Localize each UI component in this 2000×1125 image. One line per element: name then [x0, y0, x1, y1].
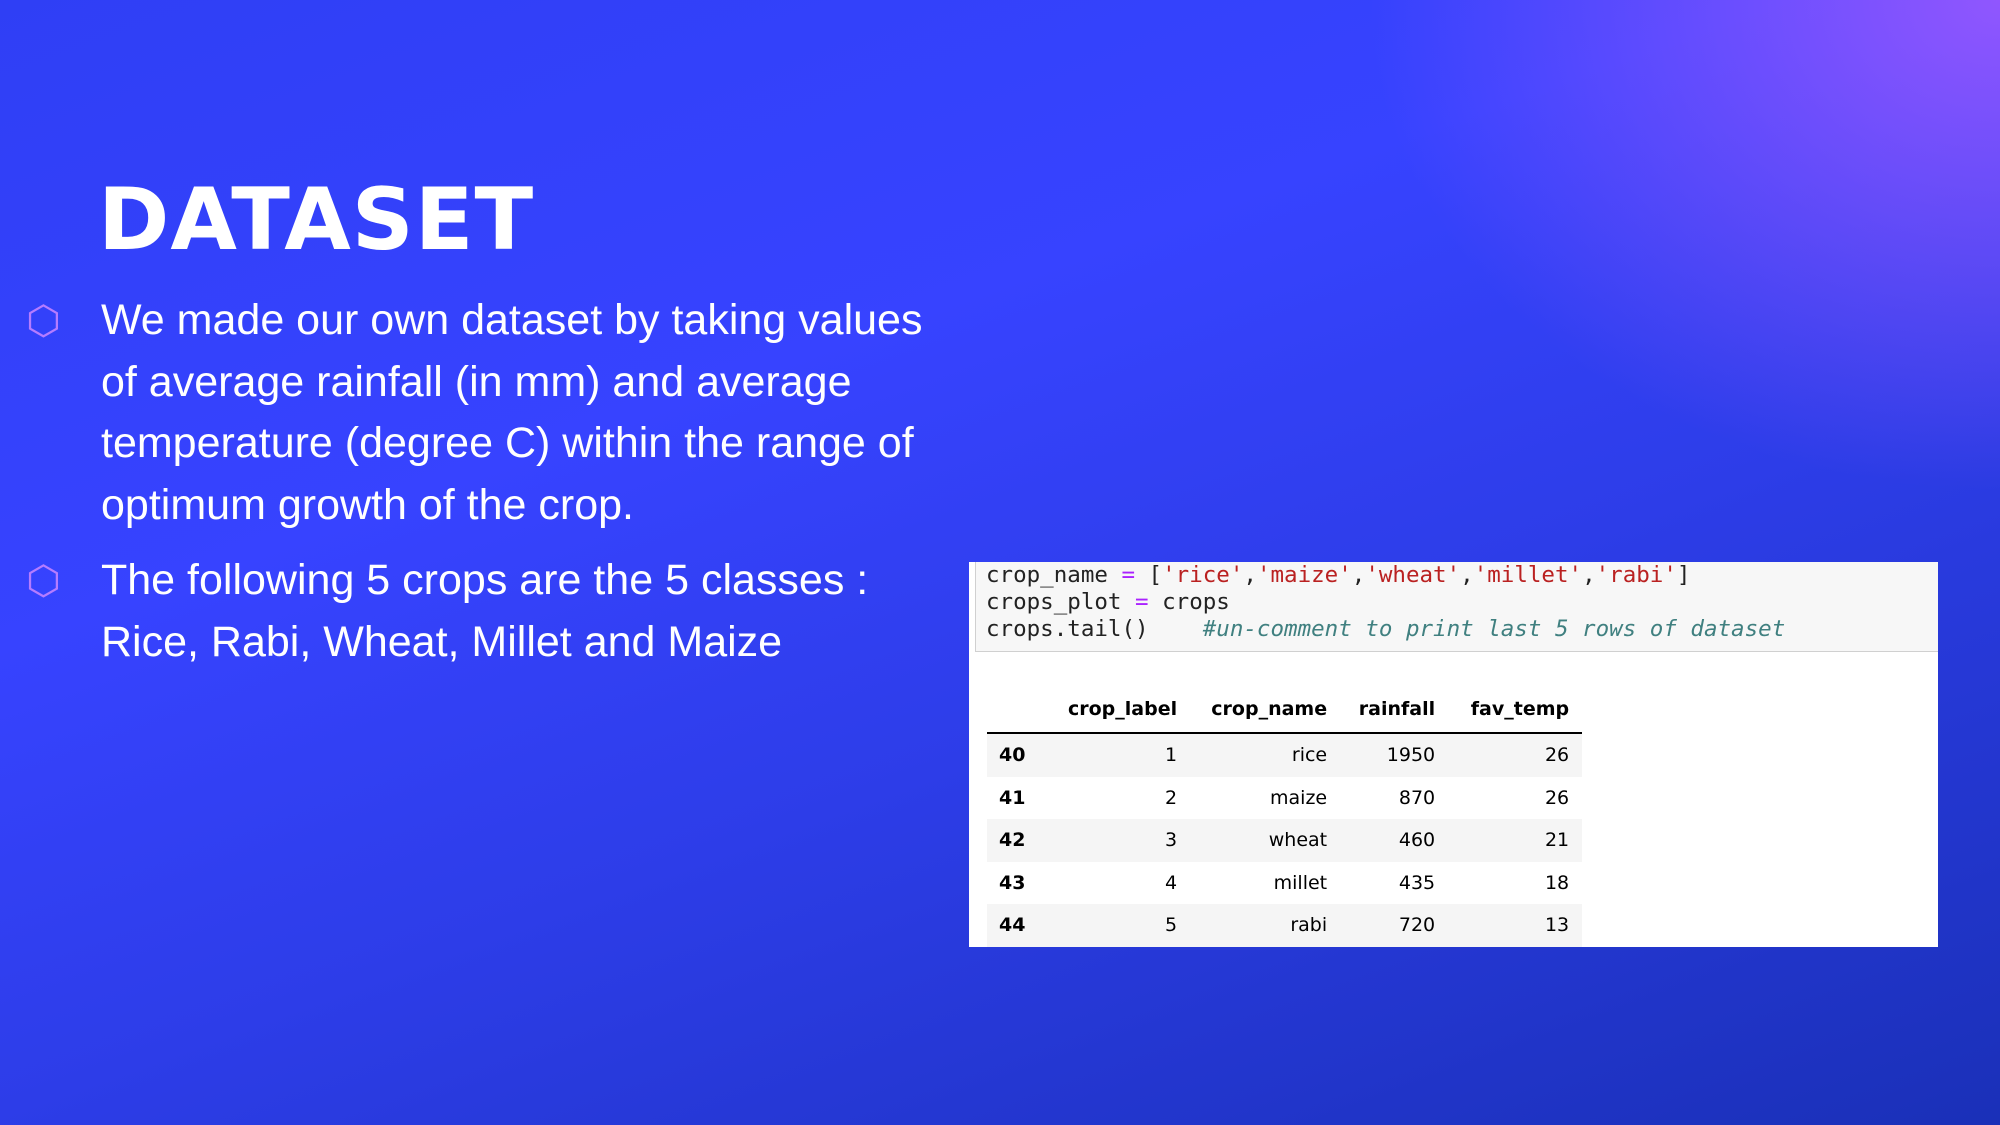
table-cell: 26 [1544, 744, 1570, 767]
code-token: ] [1676, 562, 1691, 588]
bullet-text: The following 5 crops are the 5 classes … [101, 556, 869, 666]
row-index: 43 [999, 871, 1026, 894]
table-cell: millet [1273, 871, 1328, 894]
table-row: 43 4 millet 435 18 [987, 862, 1582, 905]
code-cell: crop_name = ['rice','maize','wheat','mil… [975, 562, 1938, 652]
notebook-screenshot: crop_name = ['rice','maize','wheat','mil… [969, 562, 1938, 947]
table-cell: wheat [1268, 829, 1328, 852]
column-header: crop_label [1055, 686, 1191, 734]
bullet-item: ⬡ We made our own dataset by taking valu… [0, 290, 960, 536]
bullet-list: ⬡ We made our own dataset by taking valu… [0, 290, 960, 687]
column-header: crop_name [1190, 686, 1341, 734]
table-cell: rabi [1290, 914, 1328, 937]
table-cell: 3 [1165, 829, 1178, 852]
row-index: 40 [999, 744, 1026, 767]
code-token: 'wheat' [1365, 562, 1461, 588]
column-header: fav_temp [1448, 686, 1583, 734]
table-cell: rice [1291, 744, 1328, 767]
table-cell: 5 [1165, 914, 1178, 937]
table-cell: 18 [1544, 871, 1570, 894]
code-token: , [1351, 562, 1366, 588]
table-cell: 2 [1165, 786, 1178, 809]
slide-title: DATASET [98, 170, 535, 270]
code-token: crops [1148, 589, 1230, 615]
code-token: , [1460, 562, 1474, 588]
bullet-item: ⬡ The following 5 crops are the 5 classe… [0, 550, 960, 673]
table-cell: 870 [1398, 786, 1436, 809]
code-token: crop_name [986, 562, 1122, 588]
table-cell: 4 [1165, 871, 1178, 894]
code-token: = [1135, 589, 1149, 615]
table-cell: 720 [1398, 914, 1436, 937]
hexagon-outline-icon: ⬡ [26, 298, 61, 344]
code-line: crops_plot = crops [986, 589, 1938, 616]
table-cell: 435 [1398, 871, 1436, 894]
code-token: crops_plot [986, 589, 1136, 615]
column-header: rainfall [1340, 686, 1449, 734]
table-cell: 13 [1544, 914, 1570, 937]
code-token: 'rabi' [1595, 562, 1677, 588]
row-index: 41 [999, 786, 1026, 809]
table-row: 42 3 wheat 460 21 [987, 819, 1583, 862]
bullet-text: We made our own dataset by taking values… [101, 296, 923, 529]
code-token: = [1121, 562, 1136, 588]
code-token: 'millet' [1473, 562, 1583, 588]
table-cell: 26 [1544, 786, 1570, 809]
table-cell: 1 [1165, 744, 1178, 767]
table-cell: 21 [1544, 829, 1570, 852]
code-token: #un-comment to print last 5 rows of data… [1202, 616, 1786, 642]
table-header-row: crop_label crop_name rainfall fav_temp [987, 686, 1583, 734]
index-header [987, 686, 1055, 734]
table-cell: 460 [1398, 829, 1436, 852]
hexagon-outline-icon: ⬡ [26, 558, 61, 604]
table-row: 44 5 rabi 720 13 [987, 904, 1583, 947]
dataframe-table: crop_label crop_name rainfall fav_temp 4… [987, 686, 1583, 947]
row-index: 44 [999, 914, 1026, 937]
table-row: 41 2 maize 870 26 [987, 777, 1582, 820]
code-line: crops.tail() #un-comment to print last 5… [986, 616, 1938, 643]
code-token: crops.tail() [986, 616, 1203, 642]
code-token: 'maize' [1256, 562, 1352, 588]
table-cell: maize [1270, 786, 1328, 809]
code-token: , [1582, 562, 1596, 588]
code-line: crop_name = ['rice','maize','wheat','mil… [986, 562, 1938, 589]
row-index: 42 [999, 829, 1026, 852]
code-token: [ [1135, 562, 1163, 588]
code-token: , [1243, 562, 1257, 588]
table-row: 40 1 rice 1950 26 [987, 733, 1583, 777]
table-cell: 1950 [1386, 744, 1436, 767]
code-token: 'rice' [1162, 562, 1244, 588]
